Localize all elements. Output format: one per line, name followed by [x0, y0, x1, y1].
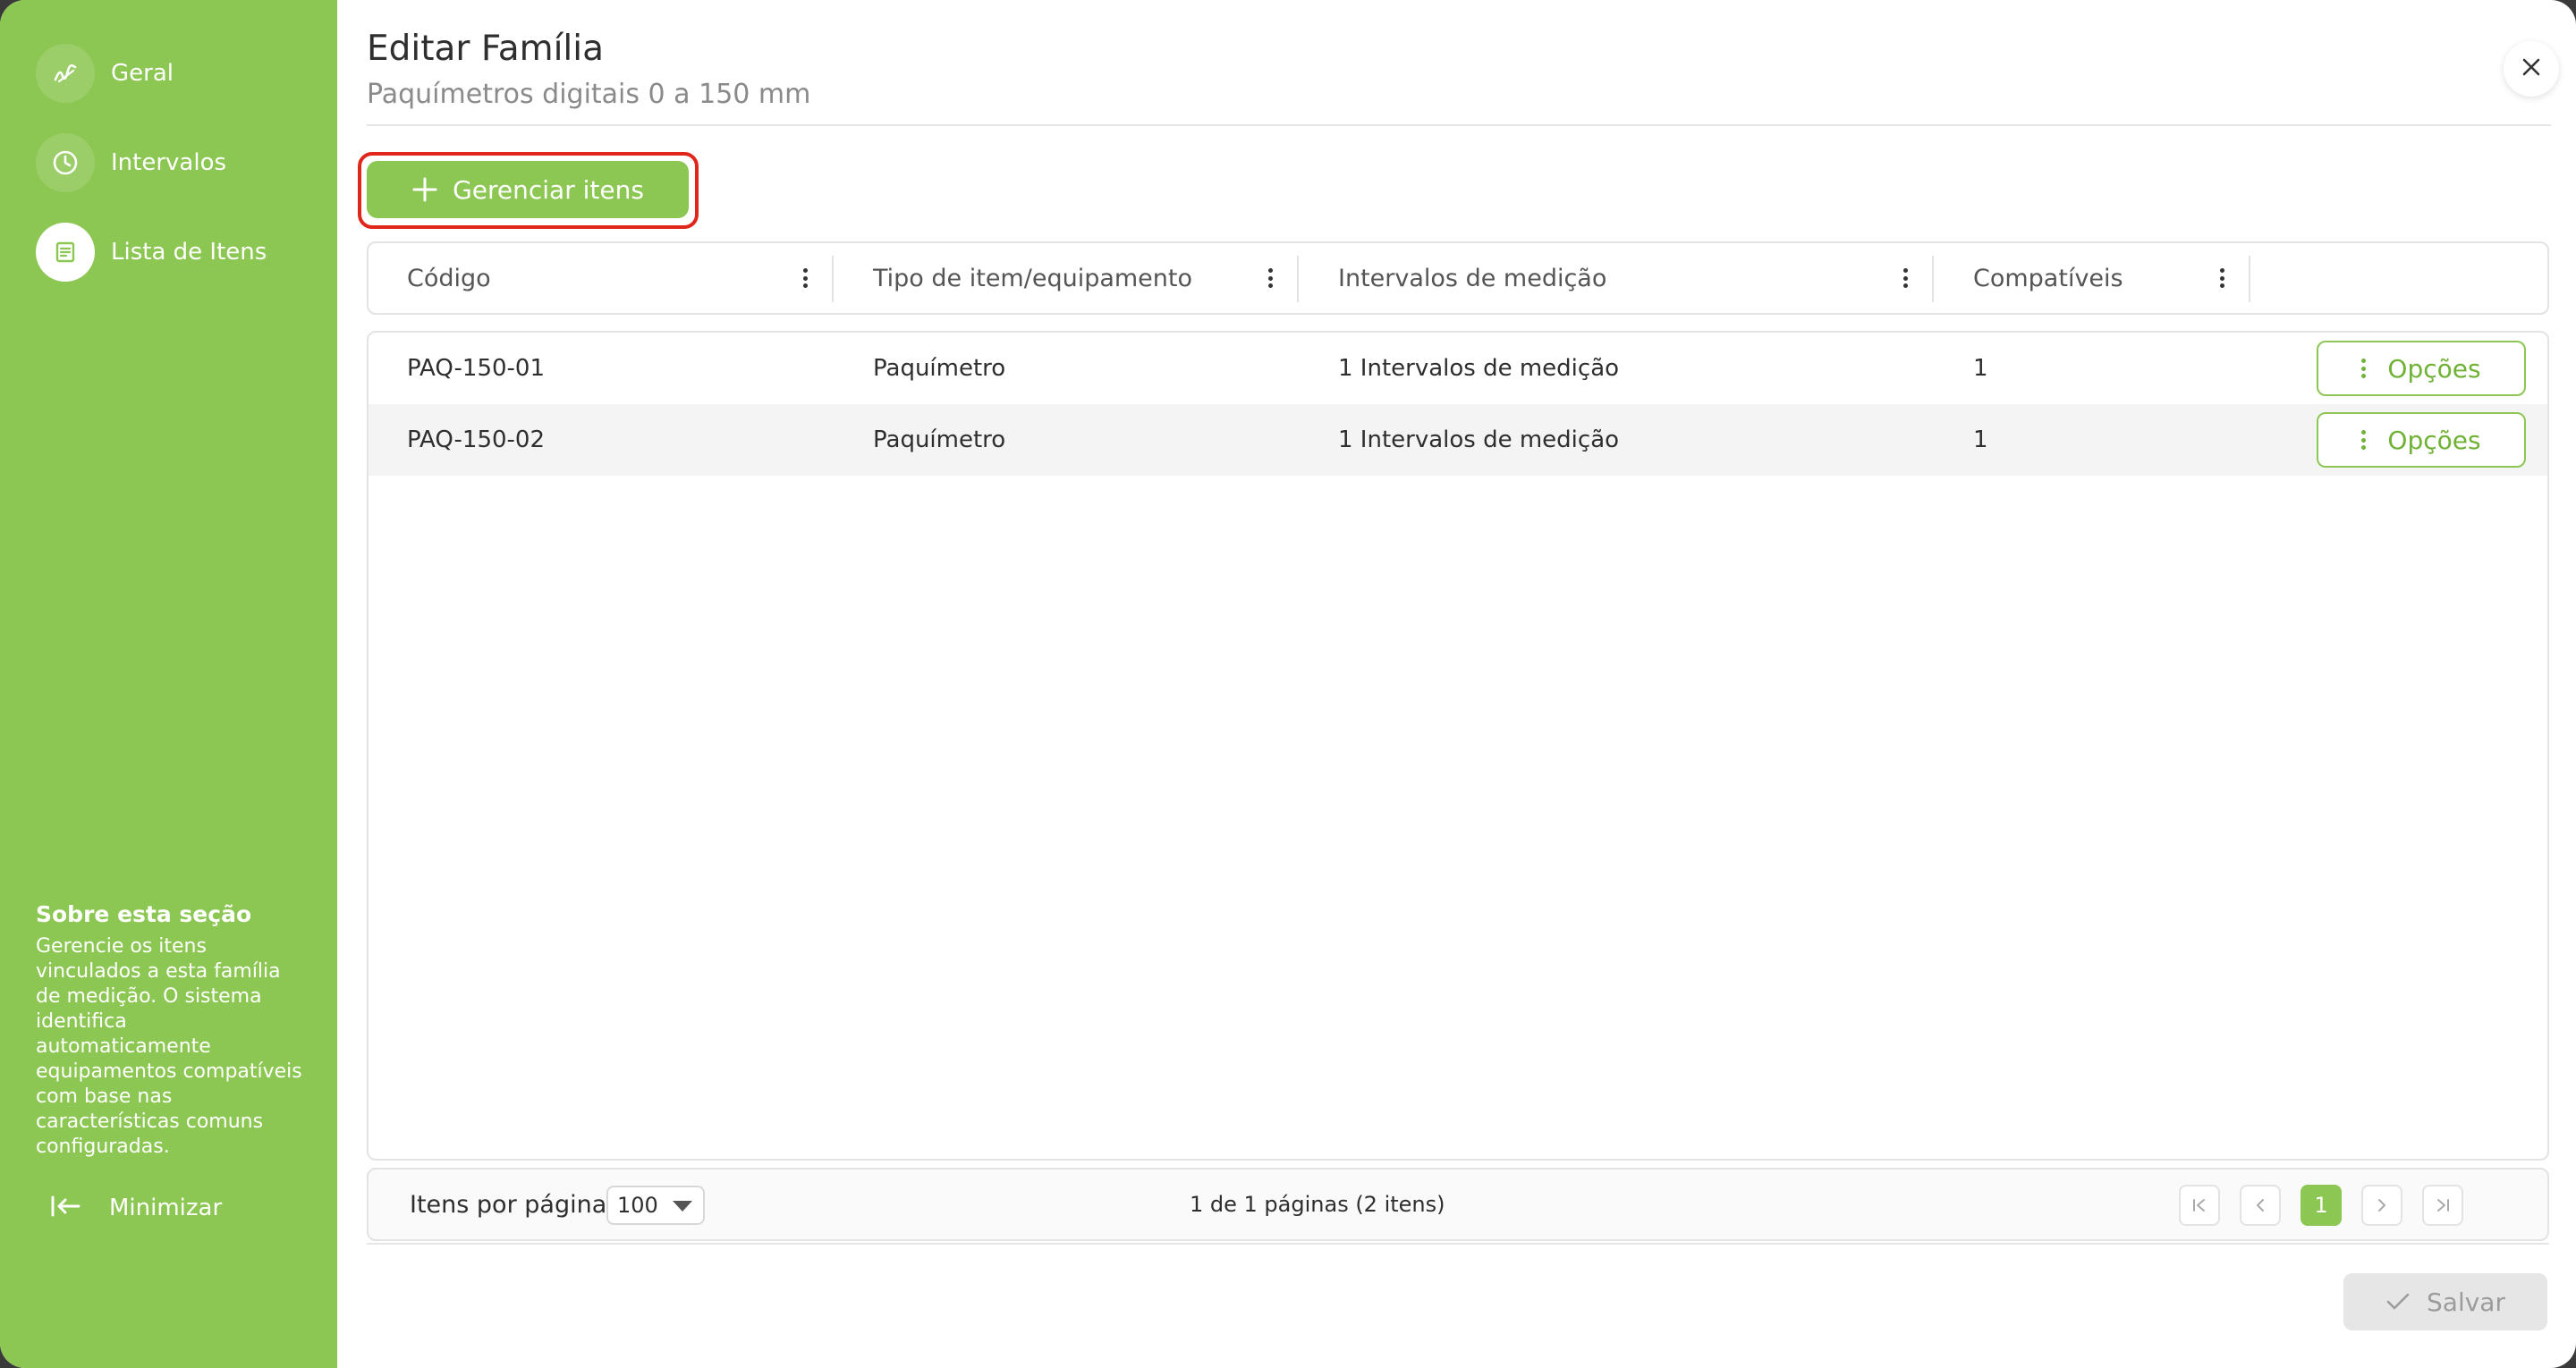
table-body: PAQ-150-01 Paquímetro 1 Intervalos de me…	[367, 331, 2549, 1161]
footer-divider	[367, 1243, 2549, 1245]
per-page-value: 100	[617, 1193, 658, 1218]
edit-family-modal: Geral Intervalos Lista de Itens Sobre es…	[0, 0, 2576, 1368]
header-divider	[367, 124, 2551, 126]
minimize-label: Minimizar	[109, 1195, 223, 1221]
column-menu-icon[interactable]	[2213, 266, 2231, 290]
next-page-button[interactable]	[2361, 1185, 2402, 1226]
column-header-codigo[interactable]: Código	[407, 243, 491, 313]
cell-code: PAQ-150-01	[407, 355, 546, 382]
highlight-box	[358, 152, 699, 229]
cell-intervals: 1 Intervalos de medição	[1338, 426, 1620, 453]
table-row[interactable]: PAQ-150-01 Paquímetro 1 Intervalos de me…	[369, 333, 2547, 404]
more-vertical-icon	[2361, 430, 2367, 450]
column-divider[interactable]	[832, 256, 834, 302]
column-menu-icon[interactable]	[796, 266, 814, 290]
clock-icon	[36, 133, 95, 192]
section-info-title: Sobre esta seção	[36, 901, 252, 927]
options-button[interactable]: Opções	[2317, 341, 2526, 396]
current-page-number: 1	[2314, 1193, 2328, 1218]
first-page-button[interactable]	[2179, 1185, 2220, 1226]
column-header-compativeis[interactable]: Compatíveis	[1973, 243, 2123, 313]
page-info: 1 de 1 páginas (2 itens)	[1190, 1192, 1445, 1217]
cell-type: Paquímetro	[873, 355, 1006, 382]
column-divider[interactable]	[2249, 256, 2250, 302]
save-button[interactable]: Salvar	[2343, 1273, 2547, 1330]
section-info: Sobre esta seção Gerencie os itens vincu…	[36, 901, 304, 1160]
close-button[interactable]	[2504, 41, 2559, 97]
main-content: Editar Família Paquímetros digitais 0 a …	[337, 0, 2576, 1368]
options-button[interactable]: Opções	[2317, 412, 2526, 468]
last-page-icon	[2437, 1199, 2449, 1212]
page-button-current[interactable]: 1	[2301, 1185, 2342, 1226]
first-page-icon	[2193, 1199, 2205, 1212]
column-divider[interactable]	[1932, 256, 1934, 302]
more-vertical-icon	[2361, 359, 2367, 378]
page-subtitle: Paquímetros digitais 0 a 150 mm	[367, 79, 811, 110]
cell-compatible: 1	[1973, 355, 1988, 382]
sidebar-item-label: Intervalos	[111, 149, 227, 176]
section-info-text: Gerencie os itens vinculados a esta famí…	[36, 935, 302, 1158]
column-header-tipo[interactable]: Tipo de item/equipamento	[873, 243, 1192, 313]
close-icon	[2521, 56, 2542, 82]
cell-code: PAQ-150-02	[407, 426, 546, 453]
caret-down-icon	[673, 1201, 692, 1212]
chevron-left-icon	[2257, 1199, 2264, 1212]
wave-icon	[36, 44, 95, 103]
check-icon	[2386, 1293, 2410, 1310]
table-header: Código Tipo de item/equipamento Interval…	[367, 241, 2549, 315]
sidebar-item-geral[interactable]: Geral	[36, 42, 174, 105]
sidebar-item-label: Lista de Itens	[111, 239, 267, 266]
cell-intervals: 1 Intervalos de medição	[1338, 355, 1620, 382]
collapse-left-icon	[50, 1194, 82, 1223]
cell-compatible: 1	[1973, 426, 1988, 453]
per-page-select[interactable]: 100	[606, 1186, 705, 1225]
sidebar-item-label: Geral	[111, 60, 174, 87]
options-label: Opções	[2387, 425, 2481, 455]
save-label: Salvar	[2427, 1287, 2505, 1317]
table-row[interactable]: PAQ-150-02 Paquímetro 1 Intervalos de me…	[369, 404, 2547, 476]
sidebar-item-lista-de-itens[interactable]: Lista de Itens	[36, 221, 267, 283]
per-page-label: Itens por página	[410, 1190, 607, 1219]
chevron-right-icon	[2378, 1199, 2385, 1212]
page-title: Editar Família	[367, 29, 605, 69]
column-divider[interactable]	[1297, 256, 1299, 302]
last-page-button[interactable]	[2422, 1185, 2463, 1226]
cell-type: Paquímetro	[873, 426, 1006, 453]
options-label: Opções	[2387, 353, 2481, 384]
column-menu-icon[interactable]	[1261, 266, 1279, 290]
pagination-bar: Itens por página 100 1 de 1 páginas (2 i…	[367, 1168, 2549, 1241]
sidebar-item-intervalos[interactable]: Intervalos	[36, 131, 226, 194]
minimize-button[interactable]: Minimizar	[50, 1189, 222, 1227]
list-icon	[36, 223, 95, 282]
column-menu-icon[interactable]	[1896, 266, 1914, 290]
prev-page-button[interactable]	[2240, 1185, 2281, 1226]
sidebar: Geral Intervalos Lista de Itens Sobre es…	[0, 0, 337, 1368]
column-header-intervalos[interactable]: Intervalos de medição	[1338, 243, 1606, 313]
